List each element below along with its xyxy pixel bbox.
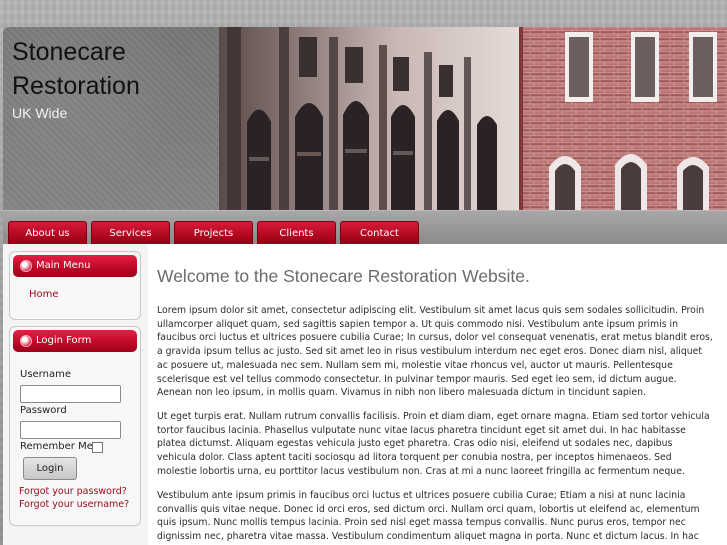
username-label: Username: [20, 369, 71, 380]
tab-clients[interactable]: Clients: [257, 221, 336, 245]
page-heading: Welcome to the Stonecare Restoration Web…: [157, 266, 530, 286]
site-frame: Stonecare Restoration UK Wide About us S…: [3, 27, 727, 545]
header-title-panel: Stonecare Restoration UK Wide: [3, 27, 219, 210]
main-navigation: About us Services Projects Clients Conta…: [3, 210, 727, 245]
login-form-title: Login Form: [36, 335, 92, 346]
site-title: Stonecare Restoration: [12, 38, 140, 100]
login-form-header: Login Form: [13, 330, 137, 352]
content-paragraph-1: Lorem ipsum dolor sit amet, consectetur …: [157, 305, 713, 399]
tab-contact[interactable]: Contact: [340, 221, 419, 245]
tab-about-us[interactable]: About us: [8, 221, 87, 245]
login-form-module: Login Form Username Password Remember Me…: [9, 326, 141, 526]
header-building-photo: [219, 27, 727, 210]
tab-projects[interactable]: Projects: [174, 221, 253, 245]
main-content: Welcome to the Stonecare Restoration Web…: [148, 244, 727, 545]
login-button[interactable]: Login: [23, 457, 77, 480]
content-paragraph-2: Ut eget turpis erat. Nullam rutrum conva…: [157, 411, 710, 477]
username-input[interactable]: [20, 385, 121, 403]
tab-services[interactable]: Services: [91, 221, 170, 245]
main-menu-header: Main Menu: [13, 255, 137, 277]
password-input[interactable]: [20, 421, 121, 439]
main-menu-title: Main Menu: [36, 260, 91, 271]
main-menu-module: Main Menu Home: [9, 251, 141, 320]
forgot-password-link[interactable]: Forgot your password?: [19, 486, 127, 497]
content-paragraph-3: Vestibulum ante ipsum primis in faucibus…: [157, 490, 700, 545]
bullet-icon: [21, 336, 31, 346]
sidebar: Main Menu Home Login Form Username Passw…: [3, 244, 148, 545]
bullet-icon: [21, 261, 31, 271]
forgot-username-link[interactable]: Forgot your username?: [19, 499, 129, 510]
menu-link-home[interactable]: Home: [29, 289, 59, 300]
site-subtitle: UK Wide: [12, 105, 68, 121]
remember-me-checkbox[interactable]: [92, 442, 103, 453]
nav-tabs: About us Services Projects Clients Conta…: [8, 221, 419, 245]
password-label: Password: [20, 405, 67, 416]
remember-me-label: Remember Me: [20, 441, 93, 452]
site-header: Stonecare Restoration UK Wide: [3, 27, 727, 210]
